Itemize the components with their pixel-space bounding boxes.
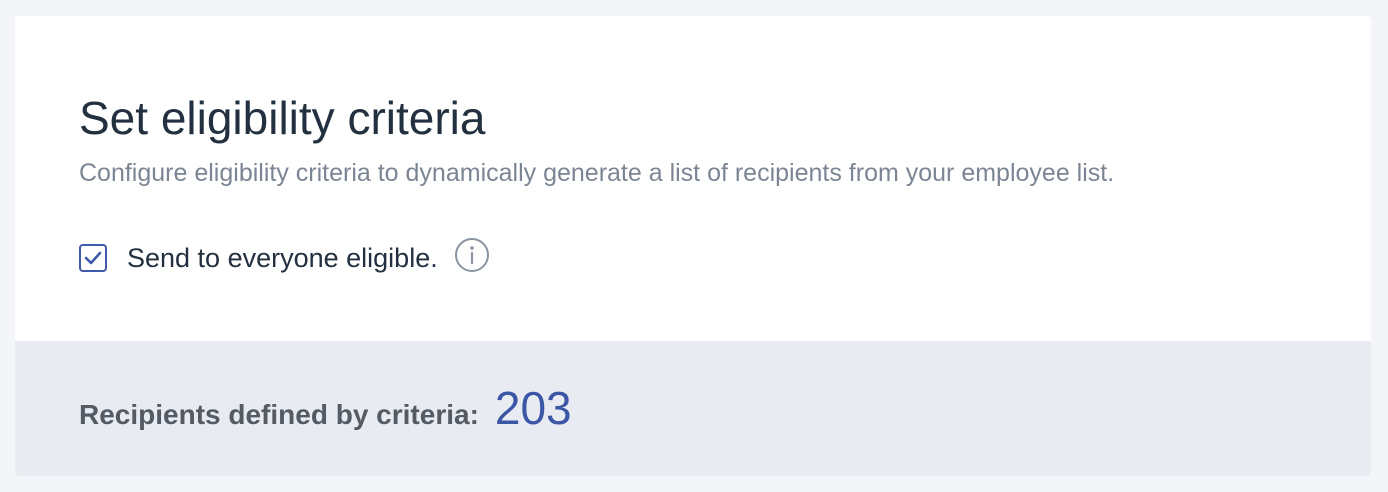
send-to-everyone-label[interactable]: Send to everyone eligible.: [127, 243, 438, 274]
checkmark-icon: [84, 251, 102, 265]
recipients-count: 203: [494, 382, 572, 434]
page-title: Set eligibility criteria: [79, 92, 486, 144]
eligibility-card: Set eligibility criteria Configure eligi…: [15, 16, 1371, 476]
recipients-summary: Recipients defined by criteria: 203: [79, 381, 572, 435]
send-to-everyone-row: Send to everyone eligible.: [79, 236, 490, 280]
recipients-summary-label: Recipients defined by criteria:: [79, 399, 479, 430]
info-circle-icon[interactable]: [454, 237, 490, 273]
eligibility-card-body: Set eligibility criteria Configure eligi…: [15, 16, 1371, 341]
send-to-everyone-checkbox[interactable]: [79, 244, 107, 272]
page-description: Configure eligibility criteria to dynami…: [79, 159, 1115, 187]
recipients-summary-footer: Recipients defined by criteria: 203: [15, 341, 1371, 476]
